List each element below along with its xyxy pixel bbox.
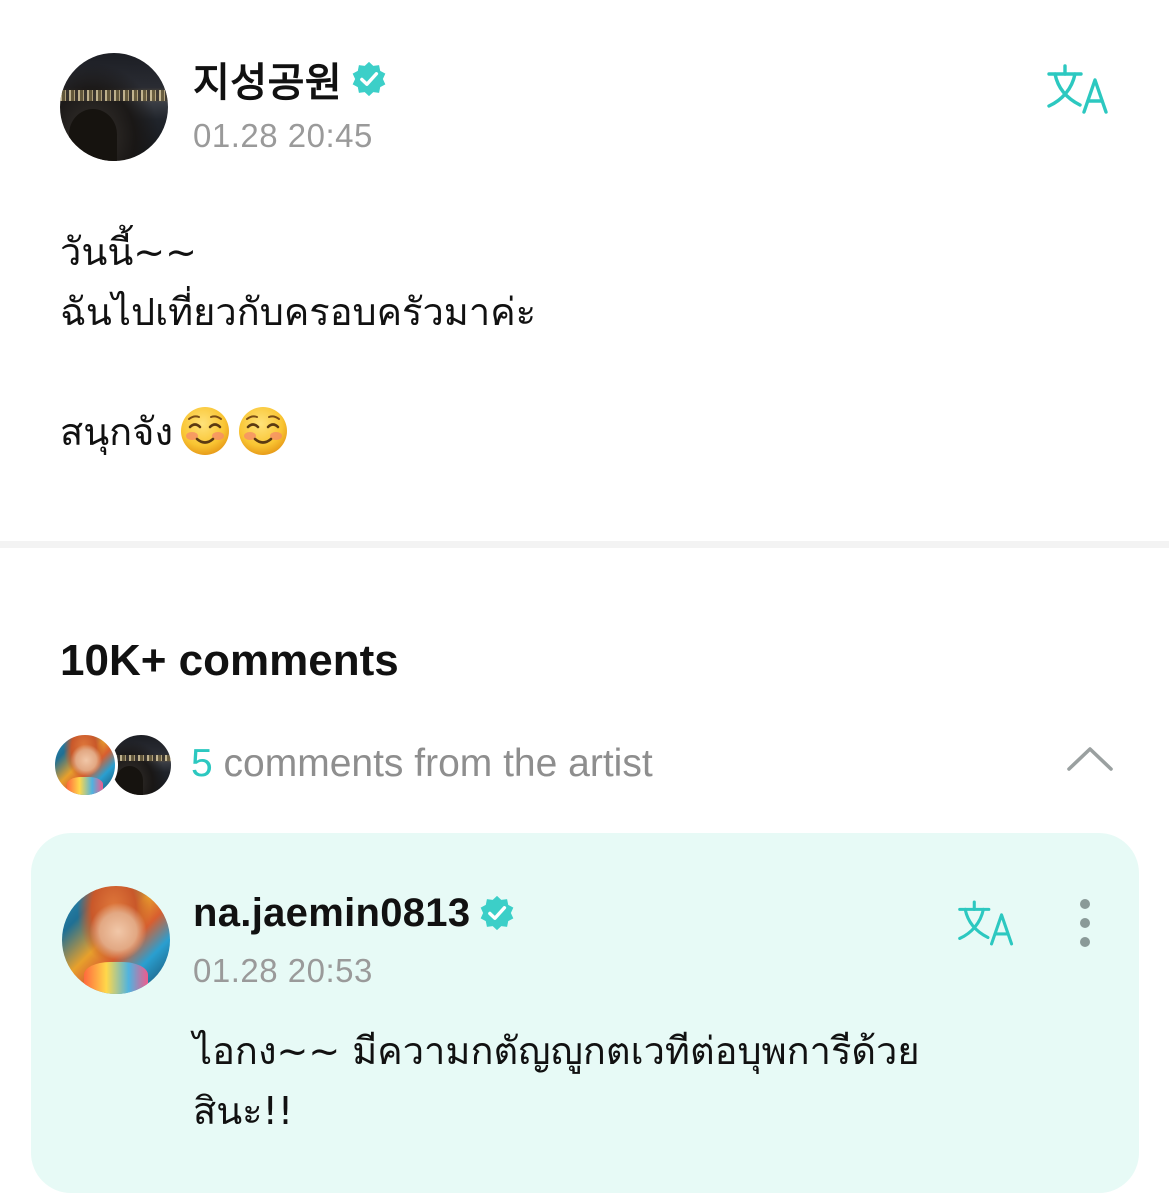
post-line: สนุกจัง — [60, 410, 173, 454]
artist-comments-label: 5 comments from the artist — [191, 742, 653, 786]
author-name-row: 지성공원 — [193, 55, 388, 105]
post-line-with-emoji: สนุกจัง — [60, 402, 1110, 462]
comment-author-avatar[interactable] — [62, 886, 170, 994]
author-avatar[interactable] — [60, 53, 168, 161]
section-divider — [0, 541, 1169, 548]
artist-avatar — [52, 732, 118, 798]
verified-badge-icon — [352, 61, 386, 97]
verified-badge-icon — [481, 895, 514, 931]
artist-comment-count: 5 — [191, 742, 213, 785]
artist-comments-toggle[interactable]: 5 comments from the artist — [52, 732, 1122, 802]
post-line: ฉันไปเที่ยวกับครอบครัวมาค่ะ — [60, 290, 537, 334]
comment-text: ไอกง~~ มีความกตัญญูกตเวทีต่อบุพการีด้วย … — [193, 1021, 1093, 1141]
post-header: 지성공원 01.28 20:45 — [60, 53, 1120, 161]
more-vertical-icon[interactable] — [1073, 899, 1097, 951]
comment-author-row: na.jaemin0813 — [193, 889, 516, 937]
translate-icon[interactable] — [957, 899, 1017, 947]
author-name[interactable]: 지성공원 — [193, 50, 342, 108]
artist-comment-card: na.jaemin0813 01.28 20:53 ไอกง~~ มีความก… — [31, 833, 1139, 1193]
translate-icon[interactable] — [1046, 63, 1112, 115]
smiling-face-icon — [239, 406, 287, 455]
comment-text-line: ไอกง~~ มีความกตัญญูกตเวทีต่อบุพการีด้วย — [193, 1029, 920, 1073]
artist-comment-text: comments from the artist — [223, 742, 653, 785]
post-body: วันนี้~~ ฉันไปเที่ยวกับครอบครัวมาค่ะ สนุ… — [60, 222, 1110, 462]
chevron-up-icon[interactable] — [1065, 744, 1115, 774]
comment-timestamp: 01.28 20:53 — [193, 952, 373, 989]
comments-count-title: 10K+ comments — [60, 636, 399, 685]
post-line: วันนี้~~ — [60, 230, 197, 274]
post-timestamp: 01.28 20:45 — [193, 117, 373, 154]
smiling-face-icon — [181, 406, 229, 455]
comment-author-name[interactable]: na.jaemin0813 — [193, 891, 470, 936]
comment-text-line: สินะ!! — [193, 1089, 294, 1133]
